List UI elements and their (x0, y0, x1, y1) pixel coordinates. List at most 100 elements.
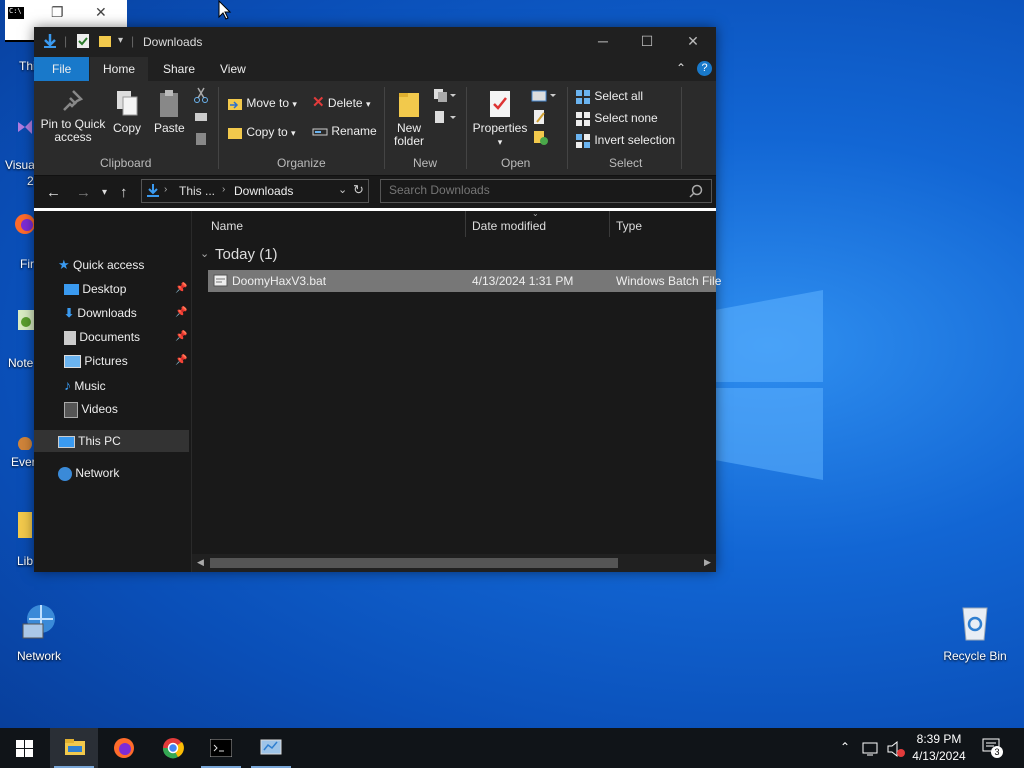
horizontal-scrollbar[interactable]: ◀ ▶ (192, 554, 716, 572)
scrollbar-thumb[interactable] (210, 558, 618, 568)
start-button[interactable] (0, 728, 48, 768)
edit-icon[interactable] (533, 109, 547, 125)
download-arrow-icon: ⬇ (64, 306, 75, 320)
move-to-button[interactable]: Move to ▾ (227, 96, 297, 112)
forward-arrow-icon[interactable]: → (76, 184, 91, 201)
desktop-label-partial: Note (8, 356, 34, 370)
copy-icon (117, 91, 138, 116)
collapse-ribbon-icon[interactable]: ⌃ (676, 61, 686, 75)
nav-network[interactable]: Network (58, 462, 119, 484)
scroll-right-icon[interactable]: ▶ (704, 557, 711, 568)
new-folder-icon[interactable] (98, 33, 112, 49)
properties-check-icon[interactable] (76, 33, 90, 49)
close-icon[interactable]: ✕ (95, 4, 107, 21)
navigation-pane[interactable]: ★ Quick access Desktop 📌 ⬇ Downloads 📌 D… (34, 211, 191, 572)
copy-path-icon[interactable] (194, 111, 208, 123)
taskbar-control-panel[interactable] (247, 728, 295, 768)
easy-access-icon[interactable] (432, 109, 456, 125)
search-input[interactable] (387, 182, 681, 198)
new-item-icon[interactable] (432, 87, 456, 103)
pin-to-quick-access-button[interactable]: Pin to Quick access (39, 89, 107, 144)
select-all-button[interactable]: Select all (575, 89, 643, 105)
file-explorer-window[interactable]: | ▾ | Downloads ─ ☐ ✕ File Home Share Vi… (34, 27, 721, 572)
group-header-today[interactable]: Today (1) (215, 246, 278, 263)
visual-studio-icon[interactable] (16, 118, 34, 136)
file-list[interactable]: Name ⌄ Date modified Type ⌄ Today (1) Do… (192, 209, 721, 572)
new-folder-button[interactable]: New folder (392, 89, 426, 148)
column-divider[interactable] (465, 211, 466, 237)
clipboard-group-label: Clipboard (100, 156, 152, 170)
copy-to-icon (228, 128, 242, 139)
address-dropdown-icon[interactable]: ⌄ (338, 183, 347, 196)
notepad-plus-icon[interactable] (16, 308, 36, 348)
help-icon[interactable]: ? (697, 61, 712, 76)
firefox-icon[interactable] (14, 212, 36, 250)
nav-item-pictures[interactable]: Pictures 📌 (64, 350, 189, 372)
tab-home[interactable]: Home (90, 57, 149, 81)
taskbar-file-explorer[interactable] (50, 728, 98, 768)
star-icon: ★ (58, 257, 70, 272)
address-field[interactable]: › This ... › Downloads ⌄ ↻ (141, 179, 369, 203)
cmd-icon (210, 739, 232, 757)
invert-selection-icon (576, 134, 590, 148)
nav-item-documents[interactable]: Documents 📌 (64, 326, 189, 348)
copy-button[interactable]: Copy (112, 89, 142, 135)
show-hidden-icons-chevron[interactable]: ⌃ (840, 740, 850, 754)
everything-icon[interactable] (16, 410, 34, 450)
tab-view[interactable]: View (207, 57, 259, 81)
file-row[interactable]: DoomyHaxV3.bat 4/13/2024 1:31 PM Windows… (208, 270, 721, 292)
group-collapse-chevron-icon[interactable]: ⌄ (200, 247, 209, 260)
desktop-icon-network[interactable]: Network (4, 602, 74, 663)
tab-share[interactable]: Share (150, 57, 208, 81)
paste-button[interactable]: Paste (154, 89, 185, 135)
nav-item-desktop[interactable]: Desktop 📌 (64, 278, 189, 300)
delete-button[interactable]: ✕ Delete ▾ (312, 95, 370, 111)
refresh-icon[interactable]: ↻ (353, 182, 364, 198)
properties-button[interactable]: Properties ▾ (471, 89, 529, 149)
invert-selection-button[interactable]: Invert selection (575, 133, 675, 149)
title-bar[interactable]: | ▾ | Downloads ─ ☐ ✕ (34, 27, 716, 57)
paste-shortcut-icon[interactable] (194, 131, 208, 145)
scroll-left-icon[interactable]: ◀ (197, 557, 204, 568)
taskbar-chrome[interactable] (149, 728, 197, 768)
cut-icon[interactable] (194, 87, 208, 103)
up-arrow-icon[interactable]: ↑ (120, 184, 128, 201)
breadcrumb-this-pc[interactable]: This ... (179, 184, 215, 198)
batch-file-icon (213, 274, 228, 287)
nav-item-music[interactable]: ♪ Music (64, 374, 106, 396)
close-icon[interactable]: ✕ (683, 33, 703, 50)
taskbar-firefox[interactable] (100, 728, 148, 768)
nav-item-downloads[interactable]: ⬇ Downloads 📌 (64, 302, 189, 324)
restore-icon[interactable]: ❐ (51, 4, 64, 21)
chevron-down-icon[interactable]: ▾ (118, 35, 123, 46)
search-box[interactable] (380, 179, 712, 203)
column-header-date-modified[interactable]: Date modified (472, 219, 546, 233)
column-header-name[interactable]: Name (211, 219, 243, 233)
history-icon[interactable] (533, 130, 549, 146)
taskbar-command-prompt[interactable] (197, 728, 245, 768)
action-center-button[interactable]: 3 (982, 738, 1004, 758)
select-none-button[interactable]: Select none (575, 111, 658, 127)
copy-to-button[interactable]: Copy to ▾ (227, 125, 296, 141)
column-divider[interactable] (609, 211, 610, 237)
libraries-icon[interactable] (16, 508, 34, 544)
maximize-icon[interactable]: ☐ (637, 33, 657, 50)
minimize-icon[interactable]: ─ (593, 33, 613, 49)
open-icon[interactable] (531, 89, 557, 103)
network-tray-icon[interactable] (862, 741, 880, 757)
rename-label: Rename (331, 124, 377, 138)
rename-button[interactable]: Rename (312, 125, 377, 138)
clock[interactable]: 8:39 PM 4/13/2024 (912, 732, 966, 763)
nav-this-pc[interactable]: This PC (34, 430, 189, 452)
recent-locations-chevron-icon[interactable]: ▾ (102, 187, 107, 198)
paste-icon (160, 90, 178, 117)
column-header-type[interactable]: Type (616, 219, 642, 233)
nav-item-videos[interactable]: Videos (64, 398, 118, 420)
nav-quick-access[interactable]: ★ Quick access (58, 254, 144, 276)
desktop-icon-recycle-bin[interactable]: Recycle Bin (940, 602, 1010, 663)
breadcrumb-downloads[interactable]: Downloads (234, 184, 293, 198)
back-arrow-icon[interactable]: ← (46, 184, 61, 201)
cmd-icon (8, 7, 24, 19)
tab-file[interactable]: File (34, 57, 90, 81)
volume-muted-icon[interactable] (886, 740, 906, 758)
